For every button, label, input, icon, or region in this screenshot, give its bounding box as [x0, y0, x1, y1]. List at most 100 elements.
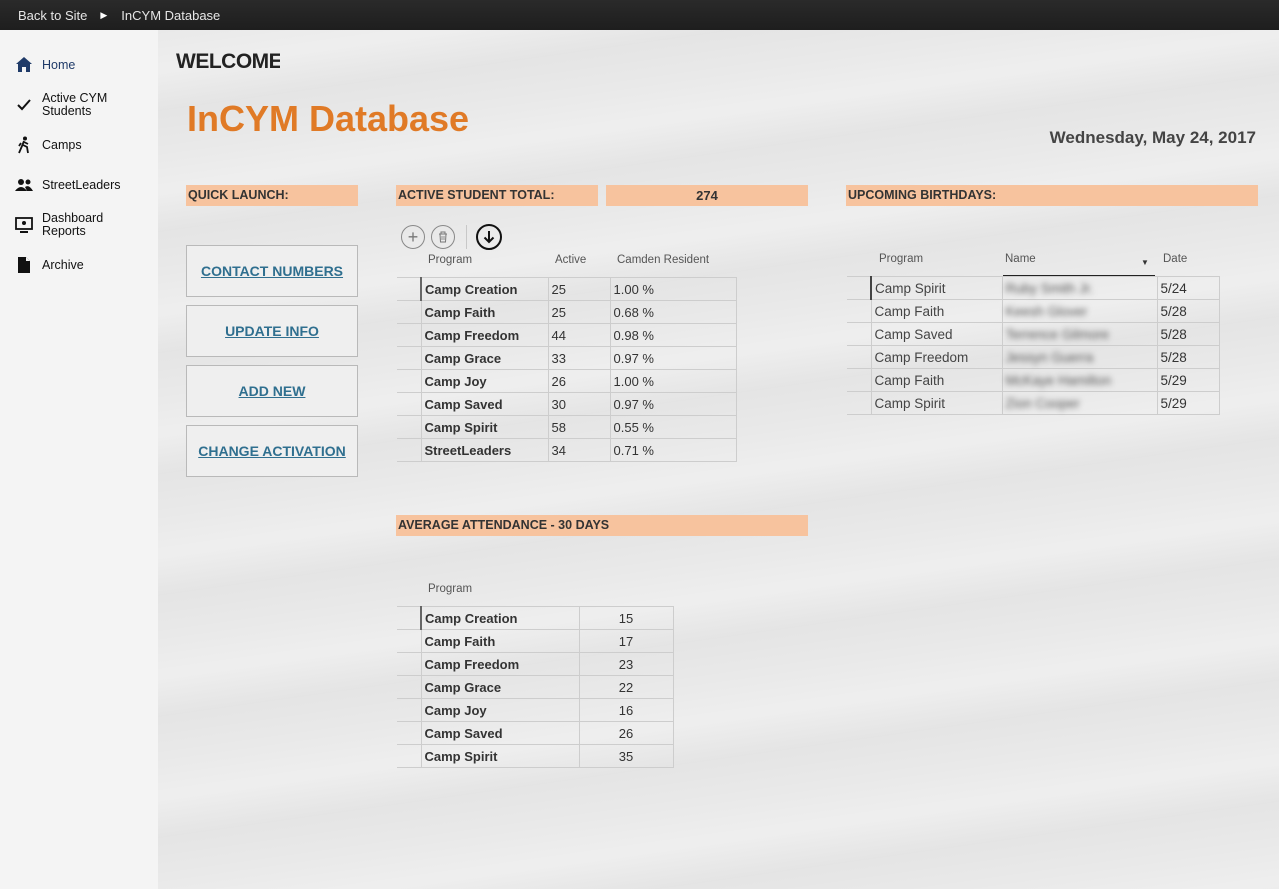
sidebar-item-home[interactable]: Home — [14, 55, 75, 75]
program-cell: Camp Freedom — [420, 323, 549, 347]
blurred-name: Jessyn Guerra — [1005, 349, 1094, 365]
table-row[interactable]: Camp Saved Terrence Gilmore 5/28 — [847, 322, 1220, 346]
table-row[interactable]: Camp Faith 17 — [397, 629, 674, 653]
program-cell: Camp Joy — [420, 698, 580, 722]
table-row[interactable]: Camp Faith 25 0.68 % — [397, 300, 737, 324]
table-row[interactable]: Camp Saved 26 — [397, 721, 674, 745]
blurred-name: McKaye Hamilton — [1005, 372, 1112, 388]
program-cell: Camp Saved — [420, 392, 549, 416]
name-cell: Keesh Glover — [1001, 299, 1158, 323]
camden-resident-cell: 0.68 % — [609, 300, 737, 324]
active-cell: 44 — [547, 323, 611, 347]
welcome-heading: WELCOME — [176, 50, 280, 73]
quick-launch-heading: QUICK LAUNCH: — [186, 185, 358, 206]
attendance-cell: 15 — [578, 606, 674, 630]
column-header-name[interactable]: Name — [1005, 253, 1036, 265]
attendance-cell: 16 — [578, 698, 674, 722]
contact-numbers-button[interactable]: CONTACT NUMBERS — [186, 245, 358, 297]
active-students-table: Camp Creation 25 1.00 % Camp Faith 25 0.68 %… — [397, 277, 737, 462]
active-cell: 26 — [547, 369, 611, 393]
attendance-cell: 26 — [578, 721, 674, 745]
program-cell: Camp Spirit — [870, 391, 1003, 415]
attendance-table: Camp Creation 15 Camp Faith 17 Camp Freedo… — [397, 606, 674, 768]
camden-resident-cell: 0.97 % — [609, 346, 737, 370]
active-cell: 34 — [547, 438, 611, 462]
table-row[interactable]: Camp Spirit 35 — [397, 744, 674, 768]
table-row[interactable]: Camp Creation 15 — [397, 606, 674, 630]
date-cell: 5/28 — [1156, 322, 1220, 346]
update-info-button[interactable]: UPDATE INFO — [186, 305, 358, 357]
active-cell: 25 — [547, 300, 611, 324]
name-cell: Jessyn Guerra — [1001, 345, 1158, 369]
sidebar-item-streetleaders[interactable]: StreetLeaders — [14, 175, 121, 195]
sort-descending-icon[interactable]: ▼ — [1141, 258, 1149, 267]
sidebar-item-archive[interactable]: Archive — [14, 255, 84, 275]
sidebar-item-dashboard-reports[interactable]: Dashboard Reports — [14, 212, 122, 238]
download-icon — [483, 231, 495, 244]
table-row[interactable]: Camp Saved 30 0.97 % — [397, 392, 737, 416]
camden-resident-cell: 1.00 % — [609, 277, 737, 301]
table-row[interactable]: Camp Spirit 58 0.55 % — [397, 415, 737, 439]
plus-icon: + — [407, 227, 419, 247]
attendance-cell: 22 — [578, 675, 674, 699]
export-button[interactable] — [476, 224, 502, 250]
date-cell: 5/28 — [1156, 345, 1220, 369]
name-cell: Ruby Smith Jr. — [1001, 276, 1158, 300]
table-row[interactable]: StreetLeaders 34 0.71 % — [397, 438, 737, 462]
program-cell: Camp Saved — [420, 721, 580, 745]
column-header-date: Date — [1163, 253, 1188, 265]
table-row[interactable]: Camp Freedom Jessyn Guerra 5/28 — [847, 345, 1220, 369]
attendance-cell: 17 — [578, 629, 674, 653]
sidebar-item-label: Dashboard Reports — [42, 211, 104, 238]
table-row[interactable]: Camp Grace 33 0.97 % — [397, 346, 737, 370]
table-row[interactable]: Camp Joy 26 1.00 % — [397, 369, 737, 393]
add-new-button[interactable]: ADD NEW — [186, 365, 358, 417]
table-row[interactable]: Camp Freedom 23 — [397, 652, 674, 676]
table-row[interactable]: Camp Faith McKaye Hamilton 5/29 — [847, 368, 1220, 392]
column-header-active: Active — [555, 254, 587, 266]
active-cell: 25 — [547, 277, 611, 301]
table-row[interactable]: Camp Faith Keesh Glover 5/28 — [847, 299, 1220, 323]
document-icon — [14, 255, 34, 275]
table-row[interactable]: Camp Creation 25 1.00 % — [397, 277, 737, 301]
change-activation-button[interactable]: CHANGE ACTIVATION — [186, 425, 358, 477]
delete-record-button[interactable] — [431, 225, 455, 249]
table-row[interactable]: Camp Freedom 44 0.98 % — [397, 323, 737, 347]
blurred-name: Zion Cooper — [1005, 395, 1080, 411]
program-cell: Camp Faith — [870, 368, 1003, 392]
add-record-button[interactable]: + — [401, 225, 425, 249]
column-header-program: Program — [428, 583, 473, 595]
program-cell: Camp Grace — [420, 346, 549, 370]
program-cell: StreetLeaders — [420, 438, 549, 462]
table-row[interactable]: Camp Grace 22 — [397, 675, 674, 699]
sidebar-item-camps[interactable]: Camps — [14, 135, 82, 155]
back-to-site-link[interactable]: Back to Site — [18, 8, 87, 23]
sidebar-item-label: Camps — [42, 137, 82, 152]
program-cell: Camp Spirit — [420, 744, 580, 768]
active-cell: 58 — [547, 415, 611, 439]
table-row[interactable]: Camp Spirit Zion Cooper 5/29 — [847, 391, 1220, 415]
active-student-total-value: 274 — [606, 185, 808, 206]
blurred-name: Ruby Smith Jr. — [1005, 280, 1094, 296]
program-cell: Camp Freedom — [870, 345, 1003, 369]
program-cell: Camp Creation — [420, 277, 549, 301]
table-row[interactable]: Camp Spirit Ruby Smith Jr. 5/24 — [847, 276, 1220, 300]
breadcrumb-arrow-icon: ▶ — [100, 9, 108, 20]
attendance-cell: 35 — [578, 744, 674, 768]
sidebar-item-active-students[interactable]: Active CYM Students — [14, 92, 122, 118]
column-header-program: Program — [428, 254, 473, 266]
program-cell: Camp Spirit — [870, 276, 1003, 300]
name-cell: McKaye Hamilton — [1001, 368, 1158, 392]
program-cell: Camp Faith — [420, 300, 549, 324]
home-icon — [14, 55, 34, 75]
table-row[interactable]: Camp Joy 16 — [397, 698, 674, 722]
date-cell: 5/29 — [1156, 391, 1220, 415]
sidebar-item-label: Home — [42, 57, 76, 72]
program-cell: Camp Joy — [420, 369, 549, 393]
program-cell: Camp Faith — [420, 629, 580, 653]
column-header-program: Program — [879, 253, 924, 265]
dashboard-icon — [14, 215, 34, 235]
camden-resident-cell: 0.71 % — [609, 438, 737, 462]
camden-resident-cell: 1.00 % — [609, 369, 737, 393]
date-cell: 5/29 — [1156, 368, 1220, 392]
